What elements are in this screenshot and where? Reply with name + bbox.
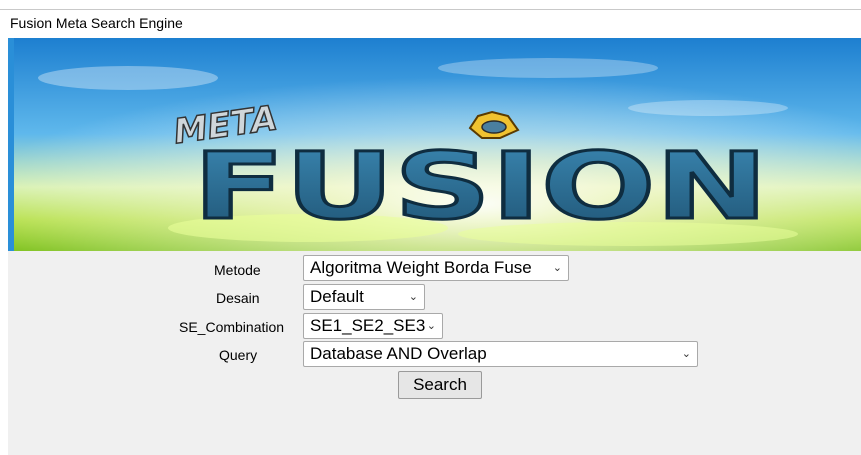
se-combination-value: SE1_SE2_SE3 [310, 316, 426, 335]
query-value: Database AND Overlap [310, 344, 487, 363]
metode-label: Metode [214, 262, 261, 278]
metode-value: Algoritma Weight Borda Fuse [310, 258, 532, 277]
logo-fusion-text: FUSION [193, 133, 768, 240]
chevron-down-icon: ⌄ [681, 348, 691, 360]
desain-select[interactable]: Default ⌄ [303, 284, 425, 310]
chevron-down-icon: ⌄ [408, 291, 418, 303]
search-button[interactable]: Search [398, 371, 482, 399]
desain-label: Desain [216, 290, 260, 306]
metode-select[interactable]: Algoritma Weight Borda Fuse ⌄ [303, 255, 569, 281]
chevron-down-icon: ⌄ [426, 320, 436, 332]
chevron-down-icon: ⌄ [552, 262, 562, 274]
query-select[interactable]: Database AND Overlap ⌄ [303, 341, 698, 367]
desain-value: Default [310, 287, 364, 306]
se-combination-select[interactable]: SE1_SE2_SE3 ⌄ [303, 313, 443, 339]
page-title: Fusion Meta Search Engine [10, 15, 183, 31]
top-divider [0, 9, 861, 10]
banner-image: META FUSION [8, 38, 861, 251]
query-label: Query [219, 347, 258, 363]
se-combination-label: SE_Combination [179, 319, 285, 335]
